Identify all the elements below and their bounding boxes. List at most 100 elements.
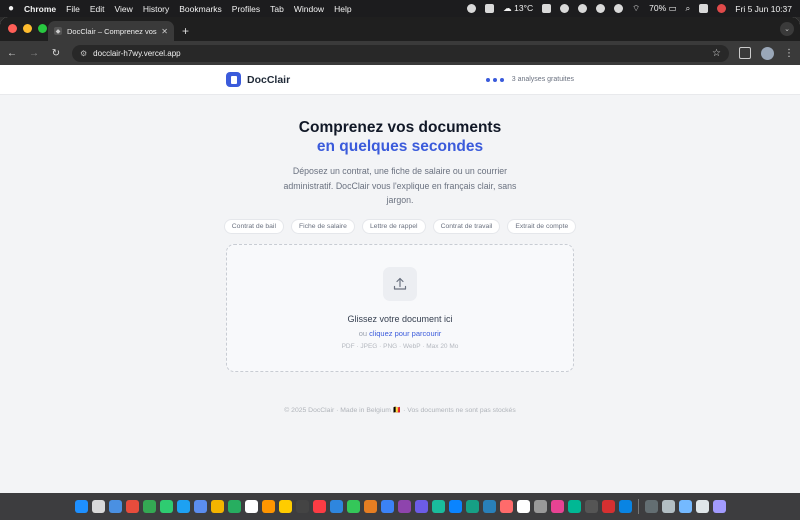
chip-extrait-de-compte[interactable]: Extrait de compte [507, 218, 577, 234]
hero-title-line1: Comprenez vos documents [298, 119, 502, 136]
dock-app-icon[interactable] [465, 500, 479, 513]
dock-app-icon[interactable] [312, 500, 326, 513]
dock-app-icon[interactable] [278, 500, 292, 513]
menu-app-name[interactable]: Chrome [24, 4, 56, 14]
dock-app-icon[interactable] [550, 500, 564, 513]
address-url[interactable]: docclair-h7wy.vercel.app [93, 49, 180, 58]
apple-icon[interactable]: ● [8, 3, 14, 14]
hero: Comprenez vos documents en quelques seco… [0, 118, 800, 208]
dock-app-icon[interactable] [193, 500, 207, 513]
dock-app-icon[interactable] [618, 500, 632, 513]
document-type-chips: Contrat de bail Fiche de salaire Lettre … [0, 218, 800, 234]
dock-app-icon[interactable] [712, 500, 726, 513]
chip-lettre-de-rappel[interactable]: Lettre de rappel [361, 218, 426, 234]
play-icon[interactable] [578, 4, 588, 13]
menu-file[interactable]: File [66, 4, 80, 14]
menu-help[interactable]: Help [334, 4, 351, 14]
control-center-icon[interactable] [699, 4, 709, 13]
dock-app-icon[interactable] [91, 500, 105, 513]
menu-view[interactable]: View [115, 4, 133, 14]
reload-icon[interactable]: ↻ [50, 48, 62, 59]
menu-window[interactable]: Window [294, 4, 324, 14]
sun-icon[interactable] [467, 4, 477, 13]
dropzone-or-text: ou [358, 328, 368, 338]
bookmark-star-icon[interactable]: ☆ [712, 48, 721, 59]
notion-icon[interactable] [485, 4, 495, 13]
circle-icon[interactable] [614, 4, 624, 13]
dock-app-icon[interactable] [142, 500, 156, 513]
dock-app-icon[interactable] [261, 500, 275, 513]
airdrop-icon[interactable] [596, 4, 606, 13]
chip-fiche-de-salaire[interactable]: Fiche de salaire [290, 218, 355, 234]
battery-icon: ▭ [668, 3, 677, 13]
hero-subtitle: Déposez un contrat, une fiche de salaire… [283, 166, 517, 205]
extensions-puzzle-icon[interactable] [739, 47, 751, 59]
menu-edit[interactable]: Edit [90, 4, 105, 14]
free-analyses-indicator: 3 analyses gratuites [485, 76, 574, 83]
minimize-window-button[interactable] [23, 24, 32, 33]
dock-app-icon[interactable] [329, 500, 343, 513]
dock-app-icon[interactable] [414, 500, 428, 513]
menubar-datetime[interactable]: Fri 5 Jun 10:37 [735, 4, 792, 14]
dock-app-icon[interactable] [516, 500, 530, 513]
chip-contrat-de-travail[interactable]: Contrat de travail [432, 218, 501, 234]
dock-app-icon[interactable] [108, 500, 122, 513]
dock-app-icon[interactable] [295, 500, 309, 513]
menu-tab[interactable]: Tab [270, 4, 284, 14]
dock-app-icon[interactable] [346, 500, 360, 513]
upload-icon[interactable] [383, 266, 417, 301]
cube-icon[interactable] [542, 4, 552, 13]
dock-app-icon[interactable] [159, 500, 173, 513]
dock-app-icon[interactable] [431, 500, 445, 513]
profile-avatar[interactable] [761, 46, 774, 60]
dock-app-icon[interactable] [661, 500, 675, 513]
menu-history[interactable]: History [143, 4, 169, 14]
dock-app-icon[interactable] [695, 500, 709, 513]
back-arrow-icon[interactable]: ← [6, 48, 18, 59]
dock-app-icon[interactable] [584, 500, 598, 513]
chrome-menu-icon[interactable]: ⋮ [784, 48, 794, 59]
dock-app-icon[interactable] [567, 500, 581, 513]
site-brand[interactable]: DocClair [247, 74, 290, 86]
menu-bookmarks[interactable]: Bookmarks [179, 4, 222, 14]
dock-app-icon[interactable] [125, 500, 139, 513]
dock-app-icon[interactable] [210, 500, 224, 513]
dock-app-icon[interactable] [74, 500, 88, 513]
dock-app-icon[interactable] [499, 500, 513, 513]
menu-profiles[interactable]: Profiles [232, 4, 260, 14]
weather-status[interactable]: ☁ 13°C [503, 3, 533, 14]
address-bar[interactable]: ⚙ docclair-h7wy.vercel.app ☆ [72, 44, 729, 62]
dock-app-icon[interactable] [176, 500, 190, 513]
spotlight-search-icon[interactable]: ⌕ [686, 3, 691, 14]
site-info-icon[interactable]: ⚙ [80, 49, 87, 58]
new-tab-button[interactable]: + [182, 24, 189, 38]
browser-tab-active[interactable]: ◆ DocClair – Comprenez vos d ✕ [48, 21, 174, 41]
dock-app-icon[interactable] [363, 500, 377, 513]
weather-temp: 13°C [514, 3, 534, 13]
zoom-window-button[interactable] [38, 24, 47, 33]
dropzone-title: Glissez votre document ici [347, 313, 453, 324]
forward-arrow-icon[interactable]: → [28, 48, 40, 59]
chip-contrat-de-bail[interactable]: Contrat de bail [223, 218, 284, 234]
dock-app-icon[interactable] [448, 500, 462, 513]
battery-status[interactable]: 70% ▭ [649, 3, 676, 14]
dock-app-icon[interactable] [678, 500, 692, 513]
dock-app-icon[interactable] [244, 500, 258, 513]
dock-app-icon[interactable] [533, 500, 547, 513]
dock-app-icon[interactable] [482, 500, 496, 513]
dock-app-icon[interactable] [397, 500, 411, 513]
dock-app-icon[interactable] [644, 500, 658, 513]
file-dropzone[interactable]: Glissez votre document ici ou cliquez po… [226, 243, 574, 372]
close-window-button[interactable] [8, 24, 17, 33]
docclair-logo-icon[interactable] [226, 72, 241, 87]
siri-icon[interactable] [717, 4, 727, 13]
browse-files-link[interactable]: cliquez pour parcourir [369, 329, 441, 338]
tab-close-icon[interactable]: ✕ [161, 27, 168, 36]
tab-search-chevron-icon[interactable]: ⌄ [780, 22, 794, 36]
wifi-icon[interactable]: ⌔ [632, 3, 640, 14]
clock-icon[interactable] [560, 4, 570, 13]
dock-app-icon[interactable] [227, 500, 241, 513]
window-controls [8, 24, 47, 33]
dock-app-icon[interactable] [380, 500, 394, 513]
dock-app-icon[interactable] [601, 500, 615, 513]
